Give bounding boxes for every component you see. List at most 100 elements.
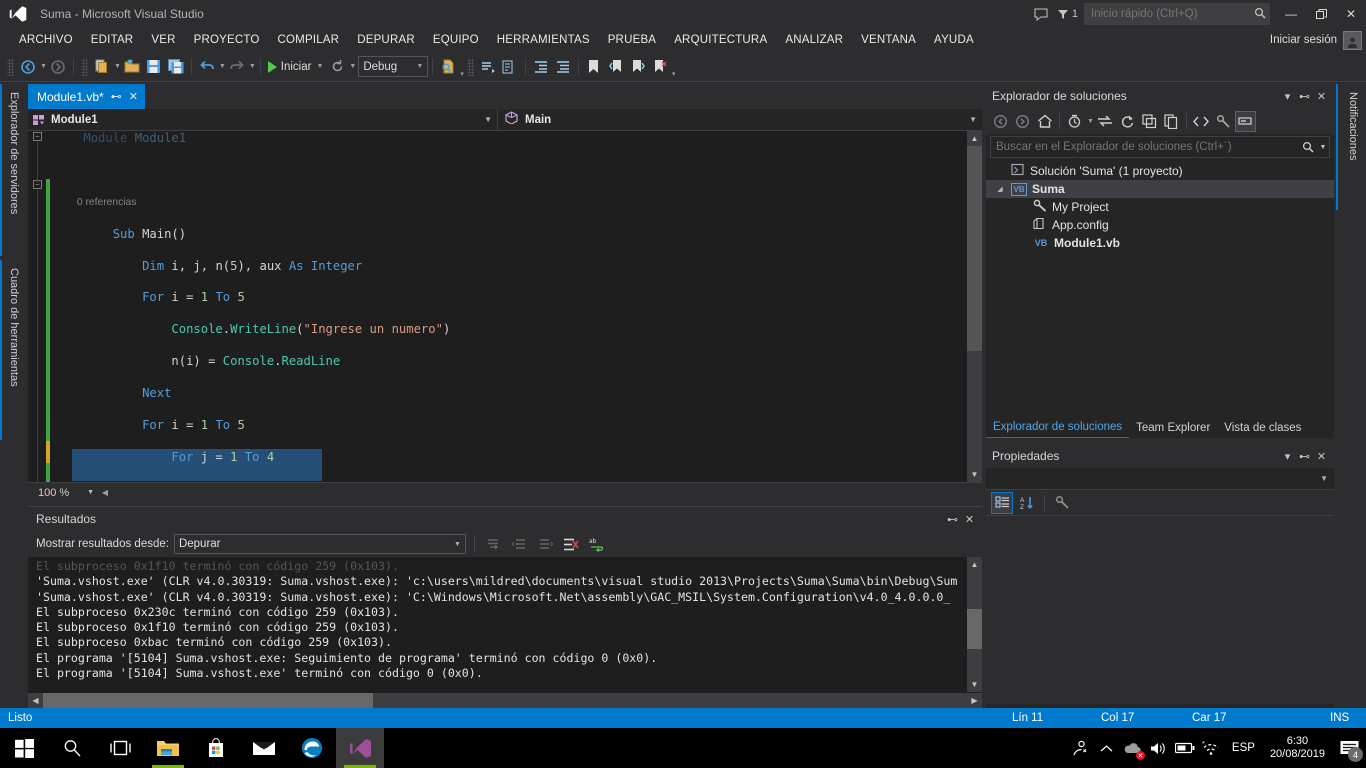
quick-launch-input[interactable] (1085, 8, 1251, 20)
chevron-up-icon[interactable] (1094, 728, 1120, 768)
menu-prueba[interactable]: PRUEBA (599, 31, 666, 49)
fold-marker-module[interactable]: − (33, 132, 42, 141)
tree-node-my-project[interactable]: My Project (986, 198, 1334, 216)
people-icon[interactable] (1068, 728, 1094, 768)
next-message-icon[interactable] (535, 534, 556, 555)
chevron-down-icon-zoom[interactable]: ▼ (87, 489, 94, 496)
increase-indent-icon[interactable] (530, 56, 552, 78)
output-hscroll-thumb[interactable] (43, 693, 373, 708)
start-debug-button[interactable]: Iniciar ▼ (265, 60, 327, 73)
scroll-down-arrow-icon[interactable]: ▼ (967, 467, 982, 482)
forward-icon[interactable] (1012, 111, 1033, 132)
uncomment-lines-icon[interactable] (499, 56, 521, 78)
output-vertical-scrollbar[interactable]: ▲ ▼ (967, 557, 982, 692)
speaker-icon[interactable] (1146, 728, 1172, 768)
tree-node-app-config[interactable]: App.config (986, 216, 1334, 234)
menu-depurar[interactable]: DEPURAR (348, 31, 424, 49)
tab-class-view[interactable]: Vista de clases (1217, 417, 1308, 438)
tab-solution-explorer[interactable]: Explorador de soluciones (986, 417, 1130, 438)
close-icon-solution[interactable]: ✕ (1313, 86, 1330, 106)
panel-drag-area-solution[interactable] (1134, 95, 1271, 97)
save-all-icon[interactable] (165, 56, 187, 78)
output-scroll-up-icon[interactable]: ▲ (967, 557, 982, 572)
close-button[interactable]: ✕ (1336, 0, 1366, 28)
undo-icon[interactable] (196, 56, 218, 78)
bookmark-icon[interactable] (583, 56, 605, 78)
file-explorer-icon[interactable] (144, 728, 192, 768)
menu-equipo[interactable]: EQUIPO (424, 31, 488, 49)
sidebar-tab-toolbox[interactable]: Cuadro de herramientas (0, 260, 26, 440)
chevron-down-icon-panel[interactable]: ▾ (1279, 86, 1296, 106)
previous-message-icon[interactable] (509, 534, 530, 555)
navigate-backward-icon[interactable] (17, 56, 39, 78)
word-wrap-icon[interactable]: ab (587, 534, 608, 555)
properties-object-select[interactable]: ▼ (986, 468, 1334, 490)
comment-lines-icon[interactable] (477, 56, 499, 78)
chevron-down-icon-3[interactable]: ▼ (219, 63, 226, 70)
tree-node-project-suma[interactable]: ◢ VB Suma (986, 180, 1334, 198)
search-icon[interactable] (1251, 7, 1269, 22)
output-hscroll-left-icon[interactable]: ◀ (28, 693, 43, 708)
redo-icon[interactable] (226, 56, 248, 78)
avatar[interactable] (1343, 30, 1362, 50)
action-center-icon[interactable]: 4 (1332, 728, 1366, 768)
search-icon[interactable] (48, 728, 96, 768)
solution-configuration-select[interactable]: Debug ▼ (358, 56, 429, 77)
sidebar-tab-server-explorer[interactable]: Explorador de servidores (0, 84, 26, 256)
solution-tree[interactable]: Solución 'Suma' (1 proyecto) ◢ VB Suma M… (986, 158, 1334, 252)
start-icon[interactable] (0, 728, 48, 768)
navigate-forward-icon[interactable] (47, 56, 69, 78)
minimize-button[interactable]: — (1276, 0, 1306, 28)
visual-studio-icon[interactable] (336, 728, 384, 768)
toolbar-overflow-icon[interactable]: ▾ (672, 70, 676, 81)
chevron-down-icon[interactable]: ▼ (484, 115, 492, 124)
sync-icon[interactable] (1095, 111, 1116, 132)
menu-herramientas[interactable]: HERRAMIENTAS (488, 31, 599, 49)
menu-archivo[interactable]: ARCHIVO (10, 31, 82, 49)
chevron-down-icon-5[interactable]: ▼ (316, 63, 323, 70)
property-pages-icon[interactable] (1051, 492, 1073, 514)
menu-proyecto[interactable]: PROYECTO (185, 31, 269, 49)
type-dropdown[interactable]: Module1 ▼ (28, 108, 498, 131)
edge-icon[interactable] (288, 728, 336, 768)
menu-editar[interactable]: EDITAR (82, 31, 143, 49)
save-icon[interactable] (143, 56, 165, 78)
chevron-down-icon-pending[interactable]: ▼ (1087, 118, 1094, 125)
horizontal-scroll-left-arrow-icon[interactable]: ◀ (98, 485, 112, 501)
new-project-icon[interactable] (91, 56, 113, 78)
refresh-icon[interactable] (1117, 111, 1138, 132)
back-icon[interactable] (990, 111, 1011, 132)
chevron-down-icon-2[interactable]: ▼ (114, 63, 121, 70)
open-file-icon[interactable] (121, 56, 143, 78)
chevron-down-icon-8[interactable]: ▾ (460, 70, 464, 81)
categorized-icon[interactable] (991, 491, 1013, 514)
document-tab-module1[interactable]: Module1.vb* ⊷ ✕ (28, 84, 145, 109)
code-text[interactable]: Module Module1 0 referencias Sub Main() … (54, 131, 450, 482)
scroll-up-arrow-icon[interactable]: ▲ (967, 131, 982, 146)
menu-compilar[interactable]: COMPILAR (269, 31, 349, 49)
next-bookmark-icon[interactable] (627, 56, 649, 78)
output-hscroll-right-icon[interactable]: ▶ (967, 693, 982, 708)
properties-grid[interactable] (986, 516, 1334, 704)
input-language[interactable]: ESP (1224, 742, 1263, 754)
close-icon-properties[interactable]: ✕ (1313, 446, 1330, 466)
solution-search-box[interactable]: ▼ (990, 136, 1330, 158)
restart-icon[interactable] (326, 56, 348, 78)
tree-node-module1[interactable]: VB Module1.vb (986, 234, 1334, 252)
speech-bubble-icon[interactable] (1027, 2, 1055, 26)
goto-message-icon[interactable] (483, 534, 504, 555)
chevron-down-icon-member[interactable]: ▼ (969, 115, 977, 124)
tree-node-solution[interactable]: Solución 'Suma' (1 proyecto) (986, 162, 1334, 180)
restore-button[interactable] (1306, 0, 1336, 28)
close-icon[interactable]: ✕ (961, 509, 978, 529)
editor-scroll-thumb[interactable] (967, 146, 982, 351)
decrease-indent-icon[interactable] (552, 56, 574, 78)
chevron-down-icon-search[interactable]: ▼ (1317, 144, 1329, 151)
chevron-down-icon-output[interactable]: ▼ (454, 541, 461, 548)
panel-drag-area[interactable] (104, 518, 936, 520)
pin-icon[interactable]: ⊷ (944, 509, 961, 529)
find-icon[interactable] (437, 56, 459, 78)
alphabetical-icon[interactable]: AZ (1016, 492, 1038, 514)
editor-vertical-scrollbar[interactable]: ▲ ▼ (967, 131, 982, 482)
preview-selected-items-icon[interactable] (1234, 110, 1256, 132)
